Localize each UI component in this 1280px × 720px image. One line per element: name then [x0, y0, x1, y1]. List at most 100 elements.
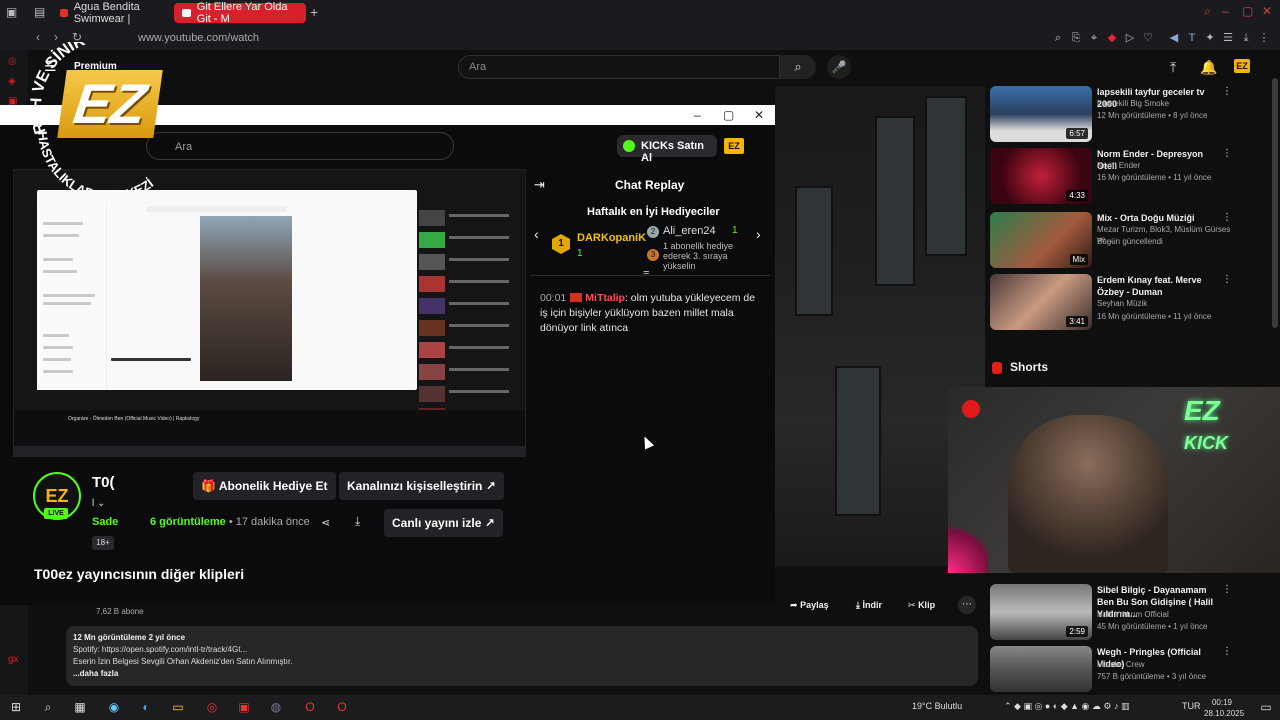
customize-channel-button[interactable]: Kanalınızı kişiselleştirin ↗ — [339, 472, 504, 500]
youtube-search-input[interactable]: Ara — [458, 55, 780, 79]
notifications-icon[interactable]: 🔔 — [1200, 59, 1217, 76]
opera-gx-icon[interactable]: gx — [8, 654, 20, 666]
channel-name[interactable]: Mamba Crew — [1097, 660, 1232, 670]
close-icon[interactable]: ✕ — [1262, 4, 1272, 18]
share-button[interactable]: ➦ Paylaş — [790, 596, 829, 614]
video-thumbnail[interactable]: 4:33 — [990, 148, 1092, 204]
new-tab-button[interactable]: + — [310, 4, 318, 20]
windows-start-icon[interactable]: ⊞ — [8, 699, 24, 715]
buy-kicks-button[interactable]: KICKs Satın Al — [617, 135, 717, 164]
translate-icon[interactable]: T — [1186, 32, 1198, 44]
download-icon[interactable]: ⤓ — [1240, 32, 1252, 44]
chat-collapse-icon[interactable]: ⇥ — [534, 177, 545, 193]
file-explorer-icon[interactable]: ▭ — [170, 699, 186, 715]
discord-icon[interactable]: ◍ — [268, 699, 284, 715]
channel-name[interactable]: Halil Yıldırım Official — [1097, 610, 1232, 620]
more-options-icon[interactable]: ⋮ — [1222, 86, 1232, 97]
recommendation-item[interactable]: 2:59 Sibel Bilgiç - Dayanamam Ben Bu Son… — [990, 584, 1240, 640]
edge-icon[interactable]: ◐ — [138, 699, 154, 715]
menu-icon[interactable]: ⋮ — [1258, 32, 1270, 44]
opera-gx-icon[interactable]: O — [334, 699, 350, 715]
clip-button[interactable]: ✂ Klip — [908, 596, 935, 614]
notification-center-icon[interactable]: ▭ — [1258, 699, 1274, 715]
window-minimize-icon[interactable]: – — [694, 108, 701, 122]
video-thumbnail[interactable]: 2:59 — [990, 584, 1092, 640]
video-title[interactable]: Erdem Kınay feat. Merve Özbey - Duman — [1097, 274, 1222, 298]
recommendation-item[interactable]: 6:57 lapsekili tayfur geceler tv 2000 La… — [990, 86, 1240, 142]
gifter-2-name[interactable]: Ali_eren24 — [663, 225, 716, 237]
share-icon[interactable]: ⋖ — [321, 516, 330, 529]
tab-git-ellere[interactable]: Git Ellere Yar Olda Git - M — [174, 1, 306, 25]
channel-name[interactable]: T0( — [92, 474, 115, 491]
message-username[interactable]: MiTtalip — [585, 292, 625, 304]
video-thumbnail[interactable]: 3:41 — [990, 274, 1092, 330]
gifter-1-name[interactable]: DARKopaniK — [577, 232, 646, 244]
download-clip-icon[interactable]: ⤓ — [355, 514, 360, 529]
zoom-icon[interactable]: ⌕ — [1052, 32, 1064, 44]
more-options-icon[interactable]: ⋮ — [1222, 646, 1232, 657]
opera-ai-icon[interactable]: ◎ — [8, 56, 20, 68]
clock[interactable]: 00:19 28.10.2025 — [1204, 697, 1244, 719]
chevron-right-icon[interactable]: › — [756, 226, 761, 242]
task-view-icon[interactable]: ▦ — [72, 699, 88, 715]
video-thumbnail[interactable]: 6:57 — [990, 86, 1092, 142]
chevron-left-icon[interactable]: ‹ — [534, 226, 539, 242]
more-actions-icon[interactable]: ⋯ — [958, 596, 976, 614]
gift-subscription-button[interactable]: 🎁 Abonelik Hediye Et — [193, 472, 336, 500]
video-thumbnail[interactable] — [990, 646, 1092, 692]
extensions-icon[interactable]: ✦ — [1204, 32, 1216, 44]
channel-dropdown[interactable]: l ⌄ — [92, 498, 105, 509]
download-button[interactable]: ⤓ İndir — [856, 596, 882, 614]
account-avatar[interactable]: EZ — [1234, 59, 1250, 73]
bookmark-icon[interactable]: ⎘ — [1070, 32, 1082, 44]
watch-live-button[interactable]: Canlı yayını izle ↗ — [384, 509, 503, 537]
window-close-icon[interactable]: ✕ — [754, 108, 764, 122]
pin-icon[interactable]: ⌖ — [1088, 32, 1100, 44]
opera-icon[interactable]: O — [302, 699, 318, 715]
chat-expand-icon[interactable]: ≡ — [643, 268, 649, 280]
language-indicator[interactable]: TUR — [1182, 701, 1201, 711]
recommendation-item[interactable]: 4:33 Norm Ender - Depresyon Oteli Norm E… — [990, 148, 1240, 204]
easy-setup-icon[interactable]: ☰ — [1222, 32, 1234, 44]
shield-icon[interactable]: ◆ — [1106, 32, 1118, 44]
minimize-icon[interactable]: – — [1222, 4, 1229, 18]
heart-icon[interactable]: ♡ — [1142, 32, 1154, 44]
preview-thumb — [419, 342, 445, 358]
user-avatar[interactable]: EZ — [724, 138, 744, 154]
copilot-icon[interactable]: ◉ — [106, 699, 122, 715]
voicemod-icon[interactable]: ▣ — [236, 699, 252, 715]
channel-name[interactable]: Norm Ender — [1097, 161, 1232, 171]
opera-messenger-icon[interactable]: ◈ — [8, 76, 20, 88]
more-options-icon[interactable]: ⋮ — [1222, 212, 1232, 223]
channel-name[interactable]: Lapsekili Big Smoke — [1097, 99, 1232, 109]
show-more-link[interactable]: ...daha fazla — [73, 669, 118, 678]
taskbar-search-icon[interactable]: ⌕ — [40, 699, 56, 715]
more-options-icon[interactable]: ⋮ — [1222, 148, 1232, 159]
more-options-icon[interactable]: ⋮ — [1222, 584, 1232, 595]
recommendation-item[interactable]: 3:41 Erdem Kınay feat. Merve Özbey - Dum… — [990, 274, 1240, 330]
video-description[interactable]: 12 Mn görüntüleme 2 yıl önce Spotify: ht… — [66, 626, 978, 686]
tab-agua-bendita[interactable]: Agua Bendita Swimwear | — [52, 1, 170, 25]
video-title[interactable]: Mix - Orta Doğu Müziği — [1097, 212, 1222, 224]
recommendation-item[interactable]: Mix Mix - Orta Doğu Müziği Mezar Turizm,… — [990, 212, 1240, 268]
microphone-icon[interactable]: 🎤 — [827, 55, 851, 79]
search-icon[interactable]: ⌕ — [780, 55, 816, 79]
tray-icons[interactable]: ⌃ ◆ ▣ ◎ ● ◐ ◆ ▲ ◉ ☁ ⚙ ♪ ▥ — [1004, 701, 1129, 712]
speaker-icon[interactable]: ◀ — [1168, 32, 1180, 44]
search-tabs-icon[interactable]: ⌕ — [1204, 4, 1211, 19]
maximize-icon[interactable]: ▢ — [1242, 4, 1253, 18]
tab-island-icon[interactable]: ▤ — [34, 5, 50, 21]
clip-video-player[interactable]: Organize - Ölmeden Ben (Official Music V… — [13, 169, 526, 457]
more-options-icon[interactable]: ⋮ — [1222, 274, 1232, 285]
kick-search-input[interactable]: Ara — [146, 132, 454, 160]
video-thumbnail[interactable]: Mix — [990, 212, 1092, 268]
channel-name[interactable]: Seyhan Müzik — [1097, 299, 1232, 309]
window-maximize-icon[interactable]: ▢ — [723, 108, 734, 122]
recommendation-item[interactable]: Wegh - Pringles (Official Video) Mamba C… — [990, 646, 1240, 692]
upload-icon[interactable]: ⤒ — [1170, 59, 1176, 76]
weather-widget[interactable]: 19°C Bulutlu — [912, 701, 962, 711]
sidebar-scrollbar[interactable] — [1272, 78, 1278, 328]
workspace-icon[interactable]: ▣ — [6, 5, 22, 21]
opera-gx-app-icon[interactable]: ◎ — [204, 699, 220, 715]
play-icon[interactable]: ▷ — [1124, 32, 1136, 44]
